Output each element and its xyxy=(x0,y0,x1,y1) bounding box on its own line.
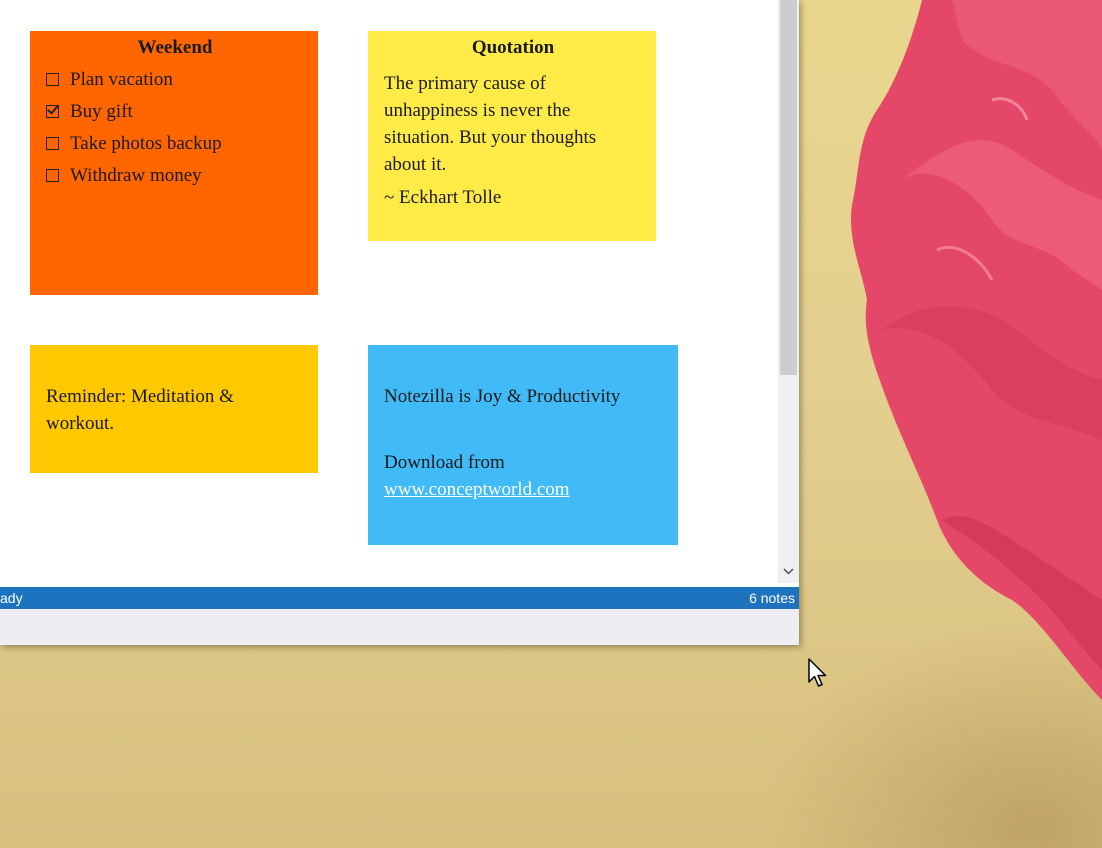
window-bottom-area xyxy=(0,609,799,645)
todo-label: Plan vacation xyxy=(70,68,173,90)
checkbox-unchecked[interactable] xyxy=(46,72,59,86)
quotation-author: ~ Eckhart Tolle xyxy=(384,187,502,208)
note-notezilla[interactable]: Notezilla is Joy & Productivity Download… xyxy=(368,345,678,545)
todo-label: Withdraw money xyxy=(70,164,202,186)
notezilla-window: Weekend Plan vacation Buy gift Take phot… xyxy=(0,0,799,645)
todo-label: Take photos backup xyxy=(70,132,222,154)
note-title: Quotation xyxy=(471,37,555,58)
vertical-scrollbar[interactable] xyxy=(778,0,799,583)
status-bar: ady 6 notes xyxy=(0,587,799,609)
flower-image xyxy=(850,0,1102,700)
note-count: 6 notes xyxy=(749,590,795,606)
note-title: Weekend xyxy=(137,37,213,58)
quotation-text: The primary cause of unhappiness is neve… xyxy=(384,73,597,175)
checkbox-checked[interactable] xyxy=(46,104,59,118)
download-label: Download from xyxy=(384,452,505,473)
todo-item[interactable]: Withdraw money xyxy=(46,159,304,191)
checkbox-unchecked[interactable] xyxy=(46,168,59,182)
note-weekend[interactable]: Weekend Plan vacation Buy gift Take phot… xyxy=(30,31,318,295)
todo-item[interactable]: Buy gift xyxy=(46,95,304,127)
todo-item[interactable]: Plan vacation xyxy=(46,63,304,95)
reminder-text: Reminder: Meditation & workout. xyxy=(46,386,234,434)
todo-item[interactable]: Take photos backup xyxy=(46,127,304,159)
mouse-cursor-icon xyxy=(808,658,827,687)
todo-label: Buy gift xyxy=(70,100,133,122)
status-text: ady xyxy=(0,590,23,606)
chevron-down-icon[interactable] xyxy=(778,561,799,582)
note-quotation[interactable]: Quotation The primary cause of unhappine… xyxy=(368,31,656,241)
checkbox-unchecked[interactable] xyxy=(46,136,59,150)
note-reminder[interactable]: Reminder: Meditation & workout. xyxy=(30,345,318,473)
notezilla-tagline: Notezilla is Joy & Productivity xyxy=(384,386,621,407)
website-link[interactable]: www.conceptworld.com xyxy=(384,479,570,500)
scrollbar-thumb[interactable] xyxy=(780,0,797,375)
notes-canvas[interactable]: Weekend Plan vacation Buy gift Take phot… xyxy=(0,0,778,583)
